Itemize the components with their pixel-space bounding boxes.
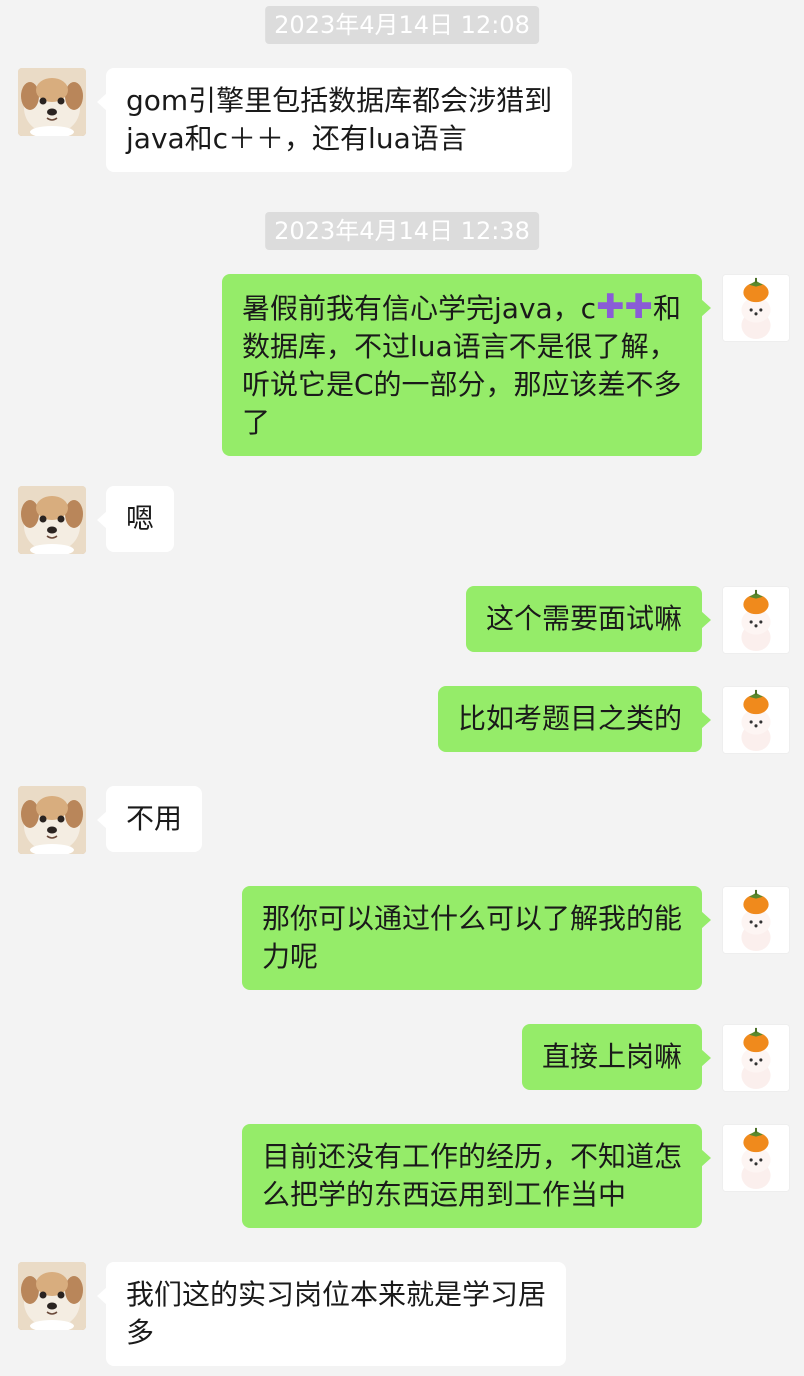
message-bubble-outgoing[interactable]: 目前还没有工作的经历，不知道怎么把学的东西运用到工作当中 xyxy=(242,1124,711,1228)
my-avatar[interactable] xyxy=(722,274,790,342)
puppy-avatar-image xyxy=(18,68,86,136)
my-avatar[interactable] xyxy=(722,586,790,654)
my-avatar[interactable] xyxy=(722,686,790,754)
persimmon-dog-avatar-image xyxy=(723,1125,789,1191)
message-text: 暑假前我有信心学完java，c xyxy=(242,292,597,325)
my-avatar[interactable] xyxy=(722,886,790,954)
persimmon-dog-avatar-image xyxy=(723,275,789,341)
my-avatar[interactable] xyxy=(722,1124,790,1192)
message-bubble-incoming[interactable]: gom引擎里包括数据库都会涉猎到java和c＋＋，还有lua语言 xyxy=(97,68,572,172)
timestamp: 2023年4月14日 12:38 xyxy=(265,212,539,250)
contact-avatar[interactable] xyxy=(18,486,86,554)
puppy-avatar-image xyxy=(18,1262,86,1330)
persimmon-dog-avatar-image xyxy=(723,687,789,753)
message-bubble-incoming[interactable]: 嗯 xyxy=(97,486,174,552)
puppy-avatar-image xyxy=(18,786,86,854)
my-avatar[interactable] xyxy=(722,1024,790,1092)
message-bubble-outgoing[interactable]: 这个需要面试嘛 xyxy=(466,586,711,652)
message-bubble-outgoing[interactable]: 那你可以通过什么可以了解我的能力呢 xyxy=(242,886,711,990)
message-bubble-incoming[interactable]: 我们这的实习岗位本来就是学习居多 xyxy=(97,1262,566,1366)
message-bubble-outgoing[interactable]: 直接上岗嘛 xyxy=(522,1024,711,1090)
message-bubble-outgoing[interactable]: 比如考题目之类的 xyxy=(438,686,711,752)
plus-emoji: ✚✚ xyxy=(596,287,654,327)
message-bubble-outgoing[interactable]: 暑假前我有信心学完java，c✚✚和数据库，不过lua语言不是很了解，听说它是C… xyxy=(222,274,711,456)
puppy-avatar-image xyxy=(18,486,86,554)
persimmon-dog-avatar-image xyxy=(723,587,789,653)
contact-avatar[interactable] xyxy=(18,786,86,854)
contact-avatar[interactable] xyxy=(18,68,86,136)
contact-avatar[interactable] xyxy=(18,1262,86,1330)
timestamp: 2023年4月14日 12:08 xyxy=(265,6,539,44)
persimmon-dog-avatar-image xyxy=(723,887,789,953)
message-bubble-incoming[interactable]: 不用 xyxy=(97,786,202,852)
persimmon-dog-avatar-image xyxy=(723,1025,789,1091)
